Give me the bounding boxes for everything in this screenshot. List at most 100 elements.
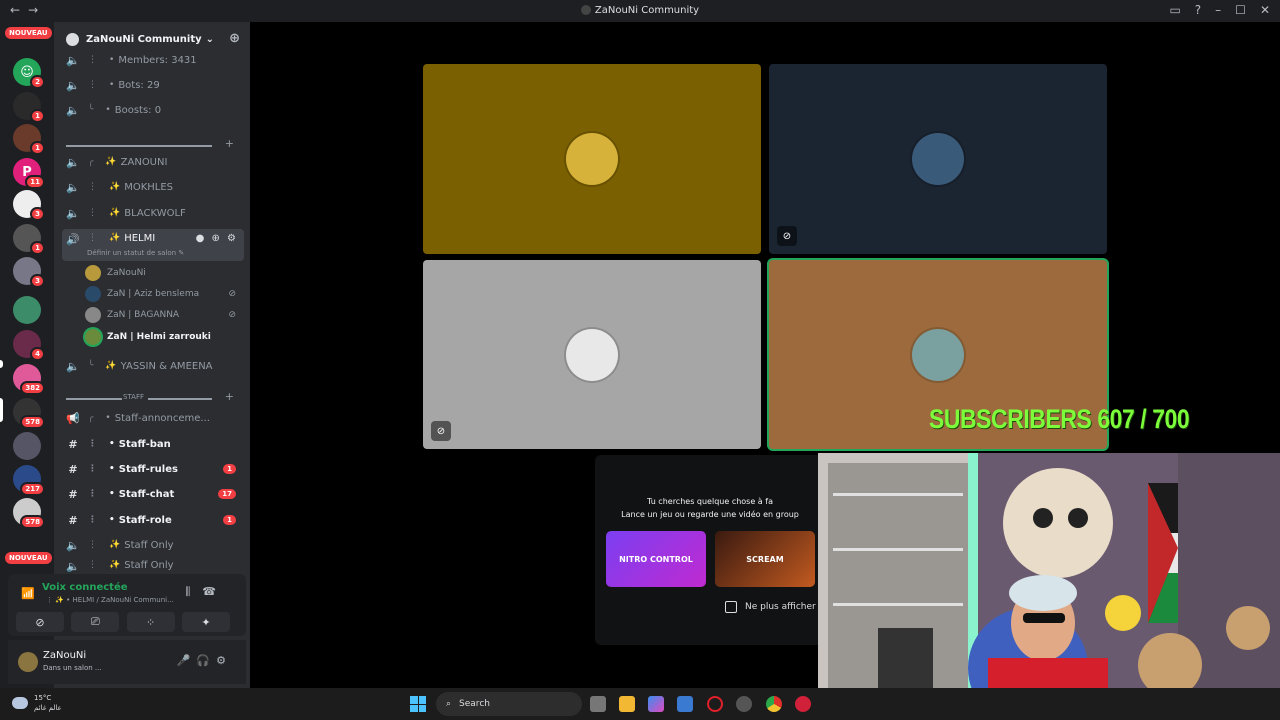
voice-user-speaking[interactable]: ZaN | Helmi zarrouki [85,328,240,346]
screen-share-button[interactable]: ⎚ [71,612,120,632]
user-panel: ZaNouNi Dans un salon ... 🎤🎧⚙ [8,640,246,684]
emoji-icon: • [109,515,115,525]
server-icon-4[interactable]: 1 [13,124,45,155]
channel-mokhles[interactable]: 🔈 ⋮ ✨ MOKHLES [66,177,246,197]
file-explorer-icon[interactable] [619,696,635,712]
task-view-icon[interactable] [590,696,606,712]
server-icon-6[interactable]: 3 [13,190,45,221]
inbox-icon[interactable]: ▭ [1169,3,1180,17]
sparkle-icon: ✨ [105,361,117,371]
channel-staff-role[interactable]: # ⋮ • Staff-role 1 [66,510,246,530]
stat-members[interactable]: 🔈 ⋮ • Members: 3431 [66,50,246,70]
hashtag-icon: # [68,462,78,476]
soundboard-button[interactable]: ✦ [181,612,230,632]
add-channel-icon[interactable]: + [225,137,234,150]
stat-boosts[interactable]: 🔈 ╰ • Boosts: 0 [66,100,246,120]
close-button[interactable]: ✕ [1260,3,1270,17]
server-icon-11[interactable]: 382 [13,364,45,395]
server-icon-3[interactable]: 1 [13,92,45,123]
channel-actions[interactable]: ● ⊕ ⚙ [196,233,238,244]
voice-user-name: ZaN | Helmi zarrouki [107,332,211,342]
invite-icon[interactable]: ⊕ [229,31,240,46]
speaker-icon: 🔈 [66,78,80,92]
activities-button[interactable]: ⁘ [126,612,175,632]
voice-location[interactable]: ⋮ ✨ • HELMI / ZaNouNi Communi... [46,596,174,604]
activity-title: Tu cherches quelque chose à fa [647,497,773,506]
channel-label: ZANOUNI [120,156,168,168]
voice-connected-label[interactable]: Voix connectée [42,582,128,593]
channel-zanouni[interactable]: 🔈 ╭ ✨ ZANOUNI [66,152,246,172]
taskbar-search[interactable]: ⌕ Search [436,692,582,716]
headphones-icon[interactable]: 🎧 [196,654,216,667]
avatar[interactable] [18,652,38,672]
server-icon-7[interactable]: 1 [13,224,45,255]
emoji-icon: • [105,413,111,423]
camera-off-button[interactable]: ⊘ [16,612,64,632]
dont-show-again[interactable]: Ne plus afficher [725,601,816,613]
emoji-icon: • [105,105,111,115]
voice-user[interactable]: ZaN | Aziz benslema ⊘ [85,285,240,303]
server-icon-14[interactable]: 217 [13,465,45,496]
minimize-button[interactable]: – [1215,3,1221,17]
speaker-active-icon: 🔊 [66,233,80,246]
user-name[interactable]: ZaNouNi [43,650,86,661]
app-icon[interactable] [736,696,752,712]
webcam-scene [818,453,1280,688]
participant-avatar [566,133,618,185]
channel-staff-only-2[interactable]: 🔈 ⋮ ✨ Staff Only [66,560,246,572]
opera-icon[interactable] [707,696,723,712]
divider: ⋮ [88,208,97,218]
server-badge: 1 [30,241,45,255]
server-icon-9[interactable] [13,296,41,324]
chevron-down-icon: ⌄ [205,33,215,45]
channel-staff-announcements[interactable]: 📢 ╭ • Staff-annonceme... [66,408,246,428]
help-icon[interactable]: ? [1195,3,1201,17]
participant-tile-zanouni[interactable] [423,64,761,254]
participant-tile-baganna[interactable]: ⊘ [423,260,761,449]
participant-tile-aziz[interactable]: ⊘ [769,64,1107,254]
category-divider[interactable]: + [66,137,246,152]
server-icon-5[interactable]: P 11 [13,158,45,189]
mic-muted-icon: ⊘ [228,289,236,299]
chrome-icon[interactable] [766,696,782,712]
microphone-icon[interactable]: 🎤 [177,654,197,667]
category-line [66,398,122,400]
start-button[interactable] [410,696,426,712]
server-icon-10[interactable]: 4 [13,330,45,361]
add-channel-icon[interactable]: + [225,390,234,403]
copilot-icon[interactable] [648,696,664,712]
activity-card-label: SCREAM [746,554,784,564]
store-icon[interactable] [677,696,693,712]
voice-user[interactable]: ZaNouNi [85,264,240,282]
stat-bots[interactable]: 🔈 ⋮ • Bots: 29 [66,75,246,95]
user-controls[interactable]: 🎤🎧⚙ [177,654,232,667]
signal-icon: 📶 [21,587,35,600]
category-staff[interactable]: STAFF + [66,390,246,405]
channel-blackwolf[interactable]: 🔈 ⋮ ✨ BLACKWOLF [66,203,246,223]
emoji-icon: • [109,464,115,474]
voice-user[interactable]: ZaN | BAGANNA ⊘ [85,306,240,324]
app-icon-red[interactable] [795,696,811,712]
activity-card-nitro[interactable]: NITRO CONTROL [606,531,706,587]
server-icon-8[interactable]: 3 [13,257,45,288]
channel-staff-rules[interactable]: # ⋮ • Staff-rules 1 [66,459,246,479]
server-icon-15[interactable]: 578 [13,498,45,529]
channel-status-hint[interactable]: Définir un statut de salon ✎ [87,249,184,257]
checkbox[interactable] [725,601,737,613]
server-icon-2[interactable]: ☺ 2 [13,58,45,89]
weather-widget[interactable]: 15°C عالم غائم [12,693,62,713]
server-icon-12[interactable]: 578 [13,398,45,429]
channel-label: Staff-annonceme... [114,412,210,424]
maximize-button[interactable]: ☐ [1235,3,1246,17]
channel-staff-ban[interactable]: # ⋮ • Staff-ban [66,434,246,454]
channel-yassin[interactable]: 🔈 ╰ ✨ YASSIN & AMEENA [66,356,246,376]
settings-gear-icon[interactable]: ⚙ [216,654,232,667]
speaker-icon: 🔈 [66,538,80,552]
channel-staff-chat[interactable]: # ⋮ • Staff-chat 17 [66,484,246,504]
voice-panel-actions[interactable]: ⫼☎ [185,585,228,599]
server-icon-13[interactable] [13,432,41,460]
voice-user-name: ZaN | Aziz benslema [107,289,200,299]
channel-staff-only[interactable]: 🔈 ⋮ ✨ Staff Only [66,535,246,555]
activity-card-scream[interactable]: SCREAM [715,531,815,587]
webcam-overlay [818,453,1280,688]
